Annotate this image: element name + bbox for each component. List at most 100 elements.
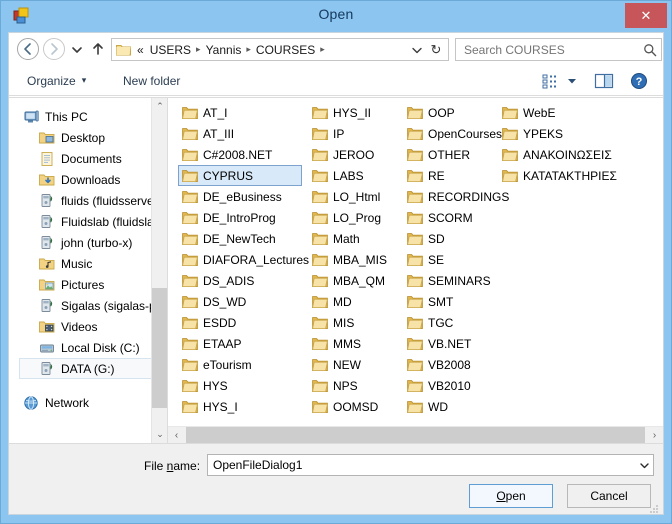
folder-item[interactable]: SCORM xyxy=(403,207,498,228)
breadcrumb-separator[interactable]: ▸ xyxy=(244,44,253,55)
back-button[interactable] xyxy=(17,38,39,60)
folder-item[interactable]: CYPRUS xyxy=(178,165,302,186)
folder-item[interactable]: SD xyxy=(403,228,498,249)
folder-item[interactable]: LO_Prog xyxy=(308,207,403,228)
folder-item[interactable]: LO_Html xyxy=(308,186,403,207)
sidebar-item-documents[interactable]: Documents xyxy=(9,148,167,169)
folder-item[interactable]: OpenCourses xyxy=(403,123,502,144)
breadcrumb-crumb-yannis[interactable]: Yannis xyxy=(203,42,245,58)
sidebar-item-this-pc[interactable]: This PC xyxy=(9,106,167,127)
recent-locations-button[interactable] xyxy=(69,38,85,60)
folder-item[interactable]: MIS xyxy=(308,312,403,333)
search-box[interactable] xyxy=(455,38,662,61)
folder-item[interactable]: SE xyxy=(403,249,498,270)
folder-item[interactable]: VB2010 xyxy=(403,375,498,396)
scroll-up-icon[interactable]: ⌃ xyxy=(152,98,167,115)
breadcrumb-separator[interactable]: ▸ xyxy=(194,44,203,55)
sidebar-item-pictures[interactable]: Pictures xyxy=(9,274,167,295)
up-one-level-button[interactable] xyxy=(88,38,108,60)
sidebar-item-videos[interactable]: Videos xyxy=(9,316,167,337)
folder-item[interactable]: RECORDINGS xyxy=(403,186,509,207)
scrollbar-thumb[interactable] xyxy=(152,288,167,408)
sidebar-item-local-disk-c[interactable]: Local Disk (C:) xyxy=(9,337,167,358)
close-button[interactable]: ✕ xyxy=(625,3,667,28)
sidebar-item-sigalas-sigalas-p[interactable]: Sigalas (sigalas-p xyxy=(9,295,167,316)
breadcrumb[interactable]: « USERS ▸ Yannis ▸ COURSES ▸ ↻ xyxy=(111,38,449,61)
folder-item[interactable]: OOP xyxy=(403,102,498,123)
breadcrumb-crumb-users[interactable]: USERS xyxy=(147,42,194,58)
navigation-scrollbar[interactable]: ⌃ ⌄ xyxy=(151,98,167,443)
help-icon[interactable]: ? xyxy=(629,71,649,91)
cancel-button[interactable]: Cancel xyxy=(567,484,651,508)
chevron-down-icon[interactable] xyxy=(636,455,653,475)
folder-item[interactable]: OTHER xyxy=(403,144,498,165)
file-list-horizontal-scrollbar[interactable]: ‹ › xyxy=(168,426,663,443)
folder-item[interactable]: NPS xyxy=(308,375,403,396)
scroll-right-icon[interactable]: › xyxy=(646,427,663,443)
folder-item[interactable]: RE xyxy=(403,165,498,186)
folder-item[interactable]: VB.NET xyxy=(403,333,498,354)
forward-button[interactable] xyxy=(43,38,65,60)
folder-item[interactable]: IP xyxy=(308,123,403,144)
folder-item[interactable]: OOMSD xyxy=(308,396,403,417)
file-name-input[interactable] xyxy=(208,458,636,472)
folder-item[interactable]: YPEKS xyxy=(498,123,628,144)
breadcrumb-separator[interactable]: ▸ xyxy=(318,44,327,55)
folder-item[interactable]: MBA_MIS xyxy=(308,249,403,270)
folder-item[interactable]: SMT xyxy=(403,291,498,312)
folder-item[interactable]: AT_III xyxy=(178,123,308,144)
folder-item[interactable]: ESDD xyxy=(178,312,308,333)
resize-grip-icon[interactable] xyxy=(649,501,659,513)
sidebar-item-desktop[interactable]: Desktop xyxy=(9,127,167,148)
sidebar-item-john-turbo-x[interactable]: john (turbo-x) xyxy=(9,232,167,253)
folder-item[interactable]: DS_ADIS xyxy=(178,270,308,291)
search-input[interactable] xyxy=(464,42,643,57)
folder-item[interactable]: ΚΑΤΑΤΑΚΤΗΡΙΕΣ xyxy=(498,165,628,186)
sidebar-item-music[interactable]: Music xyxy=(9,253,167,274)
folder-item[interactable]: DIAFORA_Lectures xyxy=(178,249,309,270)
scroll-left-icon[interactable]: ‹ xyxy=(168,427,185,443)
sidebar-item-fluidslab-fluidsla[interactable]: Fluidslab (fluidsla xyxy=(9,211,167,232)
open-button[interactable]: Open xyxy=(469,484,553,508)
scrollbar-thumb[interactable] xyxy=(186,427,645,443)
sidebar-item-data-g[interactable]: DATA (G:) xyxy=(19,358,167,379)
folder-item[interactable]: SEMINARS xyxy=(403,270,498,291)
organize-button[interactable]: Organize ▾ xyxy=(21,70,92,91)
folder-item[interactable]: JEROO xyxy=(308,144,403,165)
refresh-icon[interactable]: ↻ xyxy=(426,39,446,60)
folder-item[interactable]: DS_WD xyxy=(178,291,308,312)
folder-item[interactable]: DE_NewTech xyxy=(178,228,308,249)
new-folder-button[interactable]: New folder xyxy=(117,70,186,91)
sidebar-item-fluids-fluidsserve[interactable]: fluids (fluidsserve xyxy=(9,190,167,211)
folder-item[interactable]: WD xyxy=(403,396,498,417)
folder-item[interactable]: MBA_QM xyxy=(308,270,403,291)
preview-pane-icon[interactable] xyxy=(593,71,615,91)
view-options-icon[interactable] xyxy=(541,71,561,91)
chevron-down-icon[interactable] xyxy=(408,39,426,60)
folder-item[interactable]: eTourism xyxy=(178,354,308,375)
folder-item[interactable]: HYS xyxy=(178,375,308,396)
sidebar-item-downloads[interactable]: Downloads xyxy=(9,169,167,190)
breadcrumb-root-chevrons[interactable]: « xyxy=(134,42,147,58)
breadcrumb-crumb-courses[interactable]: COURSES xyxy=(253,42,318,58)
folder-item[interactable]: ETAAP xyxy=(178,333,308,354)
folder-item[interactable]: NEW xyxy=(308,354,403,375)
folder-item[interactable]: VB2008 xyxy=(403,354,498,375)
folder-item[interactable]: TGC xyxy=(403,312,498,333)
folder-item[interactable]: HYS_II xyxy=(308,102,403,123)
folder-item[interactable]: DE_IntroProg xyxy=(178,207,308,228)
folder-item[interactable]: LABS xyxy=(308,165,403,186)
folder-item[interactable]: MMS xyxy=(308,333,403,354)
folder-item[interactable]: ΑΝΑΚΟΙΝΩΣΕΙΣ xyxy=(498,144,628,165)
folder-item[interactable]: C#2008.NET xyxy=(178,144,308,165)
scroll-down-icon[interactable]: ⌄ xyxy=(152,426,167,443)
folder-item[interactable]: MD xyxy=(308,291,403,312)
chevron-down-icon[interactable] xyxy=(565,71,579,91)
folder-item[interactable]: WebE xyxy=(498,102,628,123)
sidebar-item-network[interactable]: Network xyxy=(9,392,167,413)
folder-item[interactable]: Math xyxy=(308,228,403,249)
folder-item[interactable]: AT_I xyxy=(178,102,308,123)
folder-item[interactable]: DE_eBusiness xyxy=(178,186,308,207)
folder-item[interactable]: HYS_I xyxy=(178,396,308,417)
file-name-combobox[interactable] xyxy=(207,454,654,476)
